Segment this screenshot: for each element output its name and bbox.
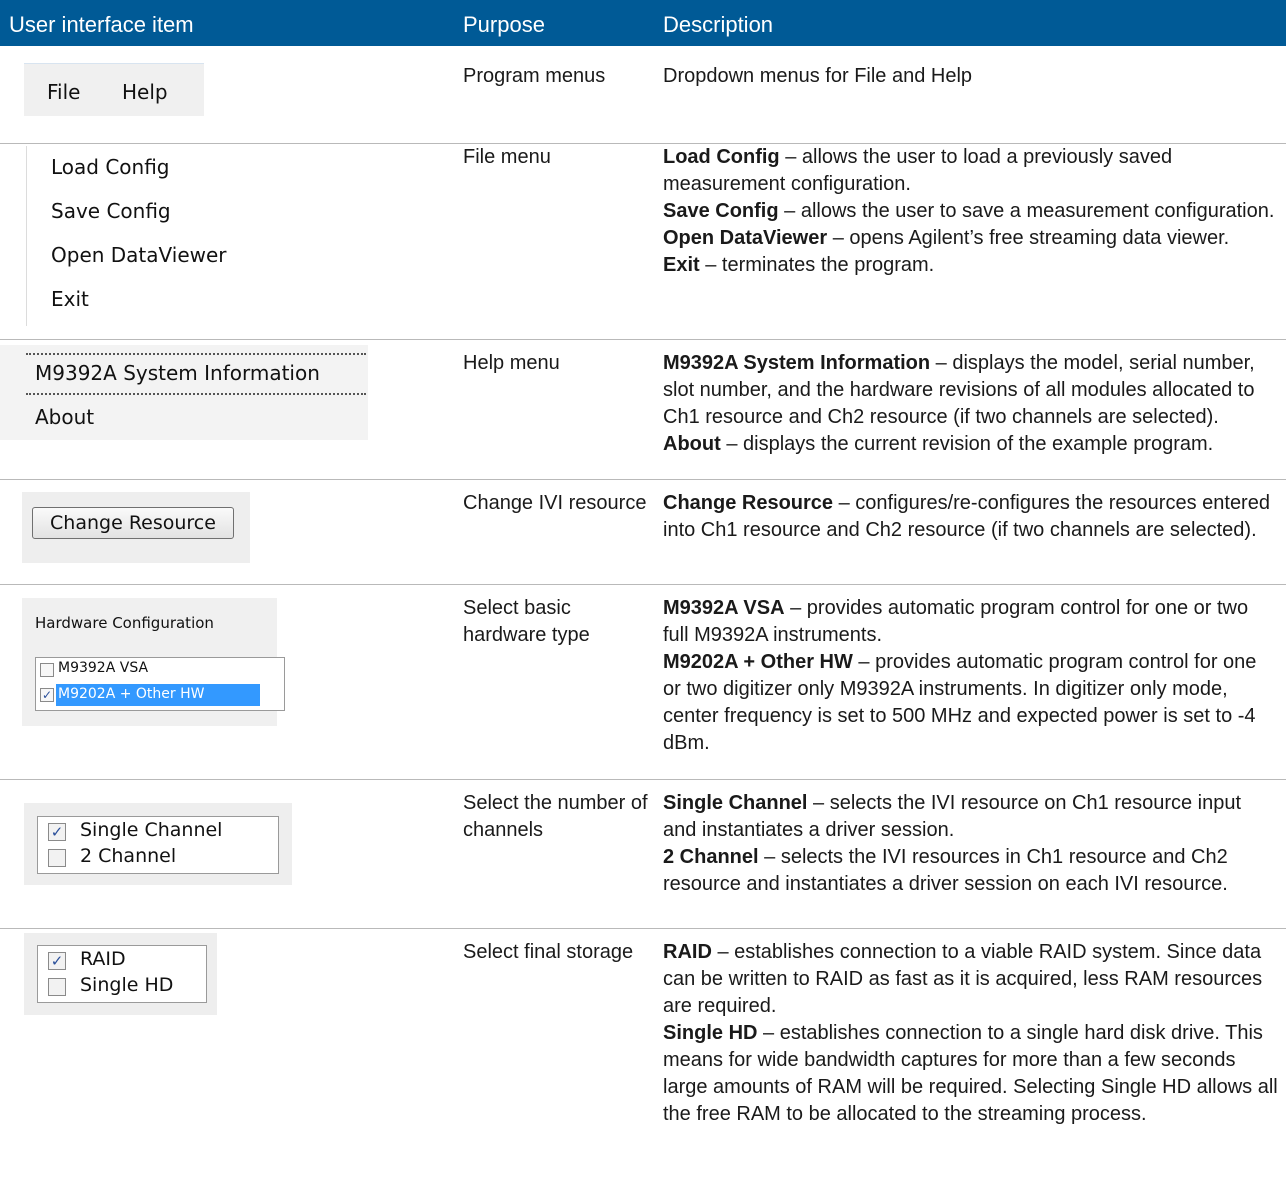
menu-item-open-dataviewer: Open DataViewer bbox=[51, 243, 227, 267]
term: Save Config bbox=[663, 200, 779, 222]
single-channel-checkbox: ✓ bbox=[48, 823, 66, 841]
raid-checkbox: ✓ bbox=[48, 952, 66, 970]
header-ui-item: User interface item bbox=[9, 12, 194, 37]
change-resource-screenshot: Change Resource bbox=[22, 492, 250, 563]
header-purpose: Purpose bbox=[463, 12, 545, 37]
term: 2 Channel bbox=[663, 846, 759, 868]
change-resource-button: Change Resource bbox=[32, 507, 234, 539]
purpose-cell: Program menus bbox=[463, 65, 606, 87]
description-cell: Load Config – allows the user to load a … bbox=[663, 144, 1278, 279]
hardware-options-list: M9392A VSA ✓ M9202A + Other HW bbox=[35, 657, 285, 711]
menu-item-load-config: Load Config bbox=[51, 155, 170, 179]
purpose-cell: Change IVI resource bbox=[463, 492, 647, 514]
description-text: – opens Agilent’s free streaming data vi… bbox=[827, 227, 1230, 249]
hw-option-label: M9202A + Other HW bbox=[58, 686, 205, 702]
channels-options-list: ✓ Single Channel 2 Channel bbox=[37, 816, 279, 874]
hardware-configuration-title: Hardware Configuration bbox=[35, 614, 214, 632]
hw-option-label: M9392A VSA bbox=[58, 660, 149, 676]
channel-option-label: Single Channel bbox=[80, 819, 223, 841]
term: M9392A VSA bbox=[663, 597, 785, 619]
purpose-cell: Help menu bbox=[463, 352, 560, 374]
description-text: – displays the current revision of the e… bbox=[720, 433, 1214, 455]
file-menu-screenshot: Load Config Save Config Open DataViewer … bbox=[26, 146, 267, 326]
term: M9392A System Information bbox=[663, 352, 931, 374]
purpose-cell: Select final storage bbox=[463, 941, 634, 963]
hardware-configuration-screenshot: Hardware Configuration M9392A VSA ✓ M920… bbox=[22, 598, 285, 726]
menu-item-about: About bbox=[35, 405, 95, 429]
purpose-cell: Select the number of channels bbox=[463, 792, 648, 841]
description-cell: M9392A System Information – displays the… bbox=[663, 350, 1278, 458]
description-cell: Dropdown menus for File and Help bbox=[663, 63, 1278, 90]
single-hd-checkbox bbox=[48, 978, 66, 996]
description-text: – allows the user to save a measurement … bbox=[778, 200, 1275, 222]
term: RAID bbox=[663, 941, 712, 963]
m9392a-vsa-checkbox bbox=[40, 663, 54, 677]
purpose-cell: Select basic hardware type bbox=[463, 597, 590, 646]
channels-screenshot: ✓ Single Channel 2 Channel bbox=[24, 803, 292, 885]
menu-item-system-information: M9392A System Information bbox=[35, 361, 320, 385]
term: Load Config bbox=[663, 146, 780, 168]
table-row: Load Config Save Config Open DataViewer … bbox=[0, 144, 1286, 339]
description-cell: M9392A VSA – provides automatic program … bbox=[663, 595, 1278, 757]
storage-screenshot: ✓ RAID Single HD bbox=[24, 933, 217, 1015]
menu-bar-screenshot: File Help bbox=[24, 63, 204, 116]
m9202a-checkbox: ✓ bbox=[40, 688, 54, 702]
table-row: Hardware Configuration M9392A VSA ✓ M920… bbox=[0, 585, 1286, 779]
table-row: ✓ RAID Single HD Select final storage RA… bbox=[0, 929, 1286, 1193]
description-cell: Single Channel – selects the IVI resourc… bbox=[663, 790, 1278, 898]
storage-options-list: ✓ RAID Single HD bbox=[37, 945, 207, 1003]
storage-option-label: Single HD bbox=[80, 974, 174, 996]
description-cell: Change Resource – configures/re-configur… bbox=[663, 490, 1278, 544]
term: Exit bbox=[663, 254, 700, 276]
term: About bbox=[663, 433, 721, 455]
term: M9202A + Other HW bbox=[663, 651, 853, 673]
table-row: File Help Program menus Dropdown menus f… bbox=[0, 46, 1286, 143]
table-header: User interface item Purpose Description bbox=[0, 0, 1286, 46]
header-description: Description bbox=[663, 12, 774, 37]
description-text: Dropdown menus for File and Help bbox=[663, 65, 973, 87]
channel-option-label: 2 Channel bbox=[80, 845, 177, 867]
description-cell: RAID – establishes connection to a viabl… bbox=[663, 939, 1278, 1128]
description-text: – terminates the program. bbox=[699, 254, 935, 276]
table-row: Change Resource Change IVI resource Chan… bbox=[0, 480, 1286, 584]
term: Single Channel bbox=[663, 792, 808, 814]
two-channel-checkbox bbox=[48, 849, 66, 867]
help-menu-screenshot: M9392A System Information About bbox=[0, 345, 368, 440]
menu-file: File bbox=[47, 80, 81, 104]
menu-item-exit: Exit bbox=[51, 287, 89, 311]
table-row: ✓ Single Channel 2 Channel Select the nu… bbox=[0, 780, 1286, 895]
term: Change Resource bbox=[663, 492, 834, 514]
purpose-cell: File menu bbox=[463, 146, 551, 168]
term: Open DataViewer bbox=[663, 227, 828, 249]
table-row: M9392A System Information About Help men… bbox=[0, 340, 1286, 479]
term: Single HD bbox=[663, 1022, 758, 1044]
menu-help: Help bbox=[122, 80, 168, 104]
menu-item-save-config: Save Config bbox=[51, 199, 171, 223]
storage-option-label: RAID bbox=[80, 948, 126, 970]
description-text: – establishes connection to a viable RAI… bbox=[663, 941, 1263, 1017]
